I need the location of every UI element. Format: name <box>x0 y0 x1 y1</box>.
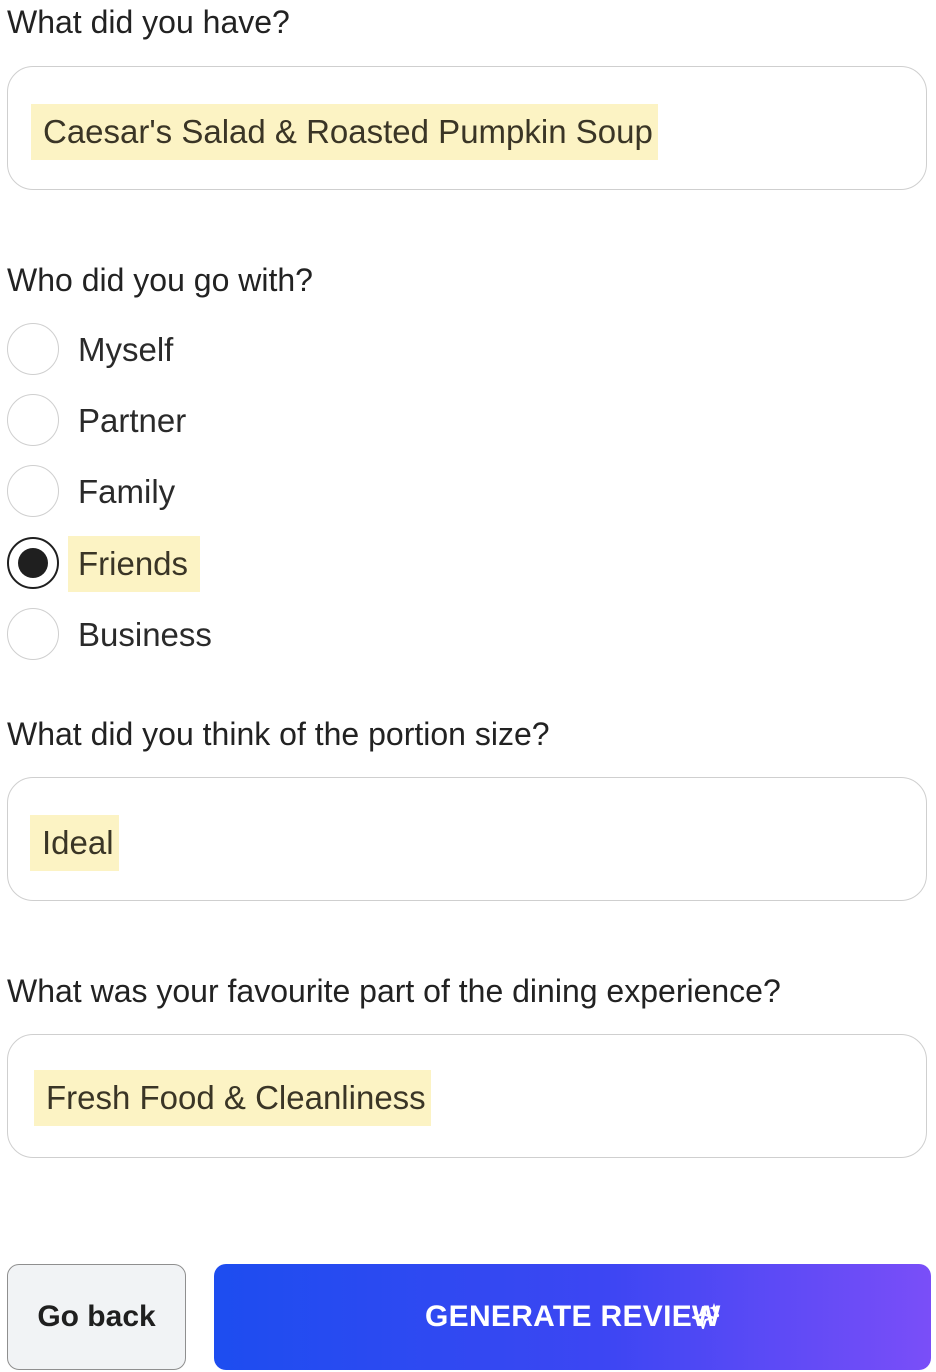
favourite-part-value: Fresh Food & Cleanliness <box>34 1070 431 1126</box>
question-favourite-part-label: What was your favourite part of the dini… <box>7 973 781 1009</box>
radio-button-family[interactable] <box>7 465 59 517</box>
radio-option-myself[interactable]: Myself <box>7 323 407 377</box>
what-did-you-have-field[interactable]: Caesar's Salad & Roasted Pumpkin Soup <box>7 66 927 190</box>
generate-review-button[interactable]: GENERATE REVIEW <box>214 1264 931 1370</box>
radio-selected-dot <box>18 548 48 578</box>
sparkle-icon <box>691 1303 720 1330</box>
question-who-did-you-go-with-label: Who did you go with? <box>7 262 313 298</box>
radio-button-business[interactable] <box>7 608 59 660</box>
what-did-you-have-value: Caesar's Salad & Roasted Pumpkin Soup <box>31 104 658 160</box>
question-portion-size-label: What did you think of the portion size? <box>7 716 550 752</box>
radio-option-business[interactable]: Business <box>7 608 407 662</box>
radio-option-friends[interactable]: Friends <box>7 536 407 592</box>
question-what-did-you-have-label: What did you have? <box>7 4 290 40</box>
favourite-part-field[interactable]: Fresh Food & Cleanliness <box>7 1034 927 1158</box>
portion-size-value: Ideal <box>30 815 119 871</box>
radio-option-family[interactable]: Family <box>7 465 407 519</box>
radio-button-myself[interactable] <box>7 323 59 375</box>
radio-button-partner[interactable] <box>7 394 59 446</box>
radio-label-family: Family <box>78 473 176 510</box>
radio-label-partner: Partner <box>78 402 187 439</box>
generate-review-label: GENERATE REVIEW <box>425 1300 721 1333</box>
go-back-button[interactable]: Go back <box>7 1264 186 1370</box>
radio-option-partner[interactable]: Partner <box>7 394 407 448</box>
radio-label-friends: Friends <box>68 536 201 592</box>
radio-label-business: Business <box>78 616 212 653</box>
portion-size-field[interactable]: Ideal <box>7 777 927 901</box>
radio-button-friends[interactable] <box>7 537 59 589</box>
radio-label-myself: Myself <box>78 331 174 368</box>
